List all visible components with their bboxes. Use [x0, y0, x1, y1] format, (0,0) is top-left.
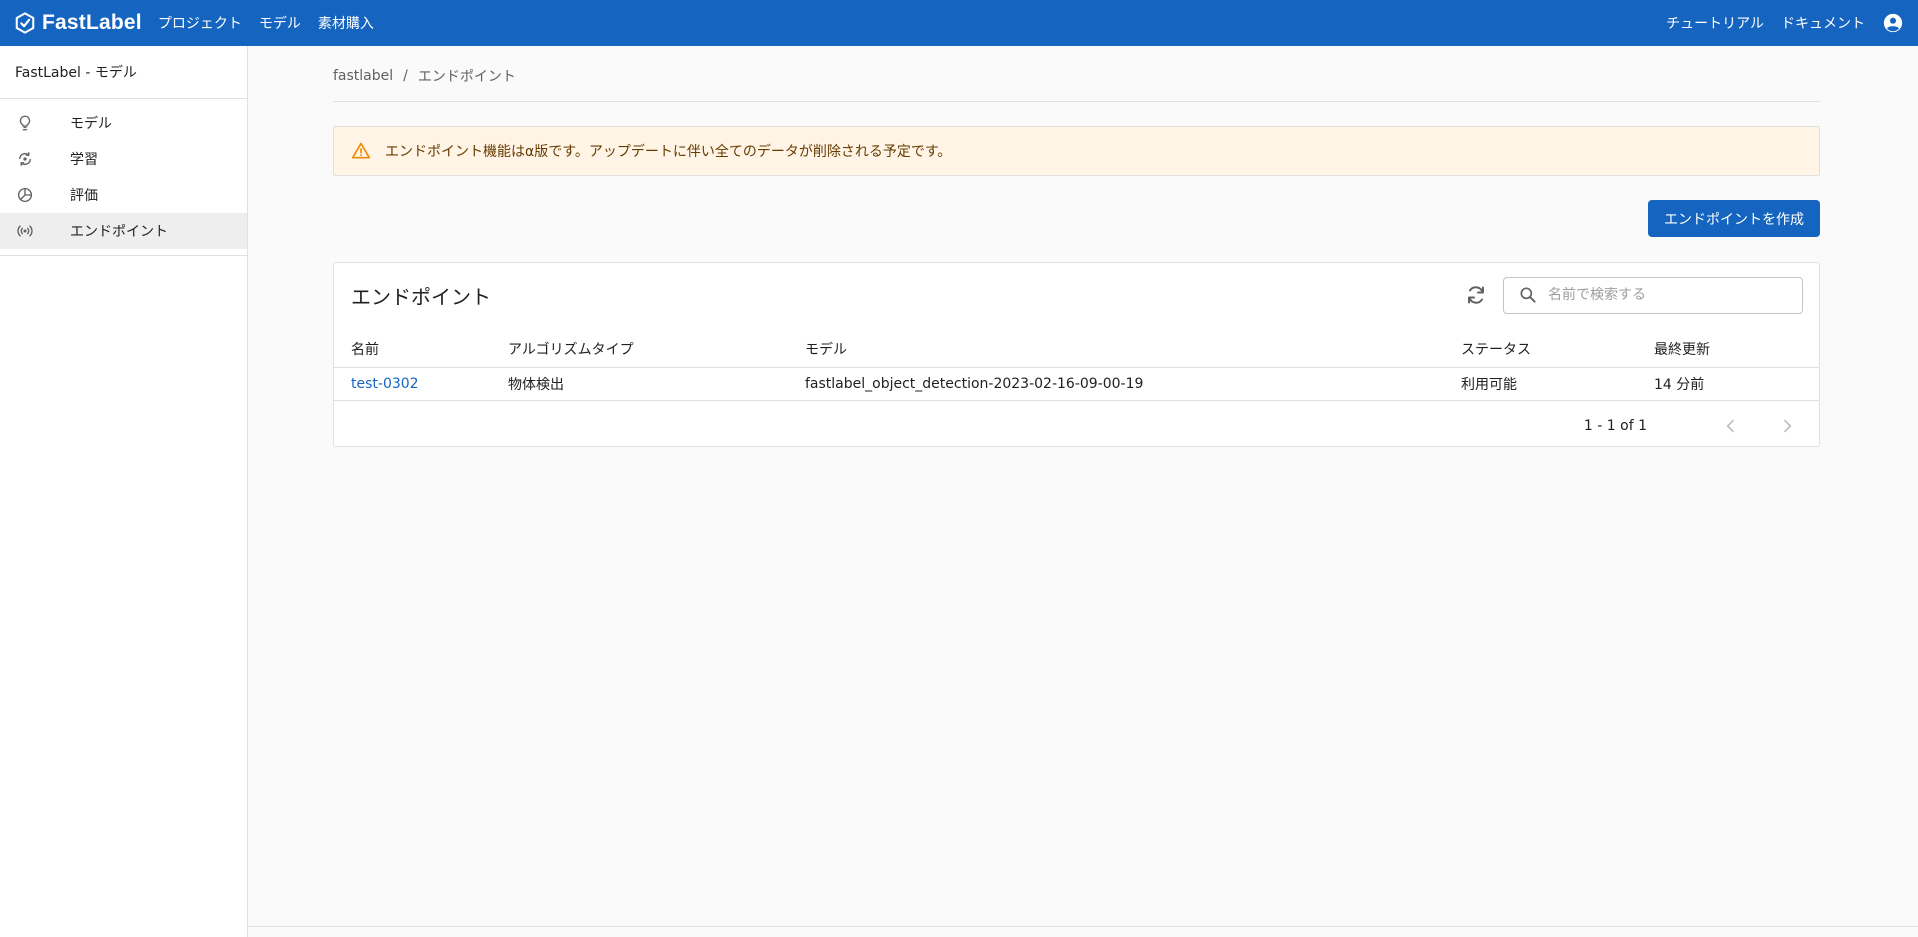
- sidebar-item-label: モデル: [70, 116, 112, 132]
- sidebar-item-evaluation[interactable]: 評価: [0, 177, 247, 213]
- create-endpoint-button[interactable]: エンドポイントを作成: [1648, 200, 1820, 237]
- search-icon: [1520, 287, 1536, 303]
- table-toolbar: エンドポイント: [334, 263, 1819, 327]
- cell-name: test-0302: [334, 366, 508, 401]
- brand-logo[interactable]: FastLabel: [14, 11, 142, 35]
- chevron-right-icon: [1783, 419, 1792, 432]
- sidebar-item-training[interactable]: 学習: [0, 141, 247, 177]
- next-page-button[interactable]: [1775, 414, 1799, 438]
- nav-models[interactable]: モデル: [259, 13, 301, 33]
- nav-material-purchase[interactable]: 素材購入: [318, 13, 374, 33]
- breadcrumb-root[interactable]: fastlabel: [333, 68, 393, 84]
- sidebar-item-models[interactable]: モデル: [0, 105, 247, 141]
- top-app-bar: FastLabel プロジェクト モデル 素材購入 チュートリアル ドキュメント: [0, 0, 1918, 46]
- column-header-name[interactable]: 名前: [334, 327, 508, 367]
- cell-algorithm: 物体検出: [508, 366, 805, 401]
- table-title: エンドポイント: [351, 284, 491, 309]
- page-actions: エンドポイントを作成: [333, 200, 1820, 237]
- table-tools: [1464, 276, 1803, 314]
- nav-projects[interactable]: プロジェクト: [158, 13, 242, 33]
- column-header-status[interactable]: ステータス: [1461, 327, 1654, 367]
- endpoint-name-link[interactable]: test-0302: [351, 376, 419, 392]
- cell-updated: 14 分前: [1654, 366, 1819, 401]
- training-icon: [16, 150, 34, 168]
- column-header-algorithm[interactable]: アルゴリズムタイプ: [508, 327, 805, 367]
- broadcast-icon: [16, 222, 34, 240]
- nav-tutorial[interactable]: チュートリアル: [1666, 13, 1764, 33]
- search-input[interactable]: [1548, 287, 1802, 303]
- refresh-icon[interactable]: [1464, 283, 1488, 307]
- sidebar-item-label: 評価: [70, 188, 98, 204]
- warning-icon: [351, 142, 371, 159]
- brand-name: FastLabel: [42, 11, 142, 34]
- prev-page-button[interactable]: [1719, 414, 1743, 438]
- column-header-model[interactable]: モデル: [805, 327, 1461, 367]
- endpoints-table: 名前 アルゴリズムタイプ モデル ステータス 最終更新 test-0302 物体…: [334, 327, 1819, 401]
- breadcrumb-current: エンドポイント: [417, 68, 516, 85]
- alpha-warning-alert: エンドポイント機能はα版です。アップデートに伴い全てのデータが削除される予定です…: [333, 126, 1820, 176]
- endpoints-table-card: エンドポイント 名前 アルゴリズムタイプ: [333, 262, 1820, 447]
- top-nav: プロジェクト モデル 素材購入: [158, 13, 374, 33]
- table-row[interactable]: test-0302 物体検出 fastlabel_object_detectio…: [334, 366, 1819, 401]
- sidebar-item-label: 学習: [70, 152, 98, 168]
- breadcrumb-separator: /: [403, 67, 408, 84]
- footer-divider: [248, 926, 1918, 927]
- sidebar: FastLabel - モデル モデル 学習 評価 エンドポイント: [0, 46, 248, 937]
- table-header-row: 名前 アルゴリズムタイプ モデル ステータス 最終更新: [334, 327, 1819, 367]
- sidebar-item-endpoints[interactable]: エンドポイント: [0, 213, 247, 249]
- cell-status: 利用可能: [1461, 366, 1654, 401]
- pie-chart-icon: [16, 186, 34, 204]
- search-field[interactable]: [1503, 276, 1803, 314]
- main-content: fastlabel / エンドポイント エンドポイント機能はα版です。アップデー…: [333, 46, 1820, 447]
- sidebar-menu: モデル 学習 評価 エンドポイント: [0, 99, 247, 256]
- breadcrumb: fastlabel / エンドポイント: [333, 46, 1820, 102]
- fastlabel-logo-icon: [15, 12, 35, 34]
- nav-documents[interactable]: ドキュメント: [1781, 13, 1865, 33]
- sidebar-item-label: エンドポイント: [70, 224, 168, 240]
- column-header-updated[interactable]: 最終更新: [1654, 327, 1819, 367]
- pagination: 1 - 1 of 1: [334, 401, 1819, 451]
- lightbulb-icon: [16, 114, 34, 132]
- sidebar-title: FastLabel - モデル: [0, 46, 247, 99]
- alert-message: エンドポイント機能はα版です。アップデートに伴い全てのデータが削除される予定です…: [385, 144, 952, 160]
- cell-model: fastlabel_object_detection-2023-02-16-09…: [805, 366, 1461, 401]
- top-right-nav: チュートリアル ドキュメント: [1666, 12, 1904, 34]
- pagination-range: 1 - 1 of 1: [1583, 417, 1647, 434]
- chevron-left-icon: [1726, 419, 1735, 432]
- account-circle-icon[interactable]: [1882, 12, 1904, 34]
